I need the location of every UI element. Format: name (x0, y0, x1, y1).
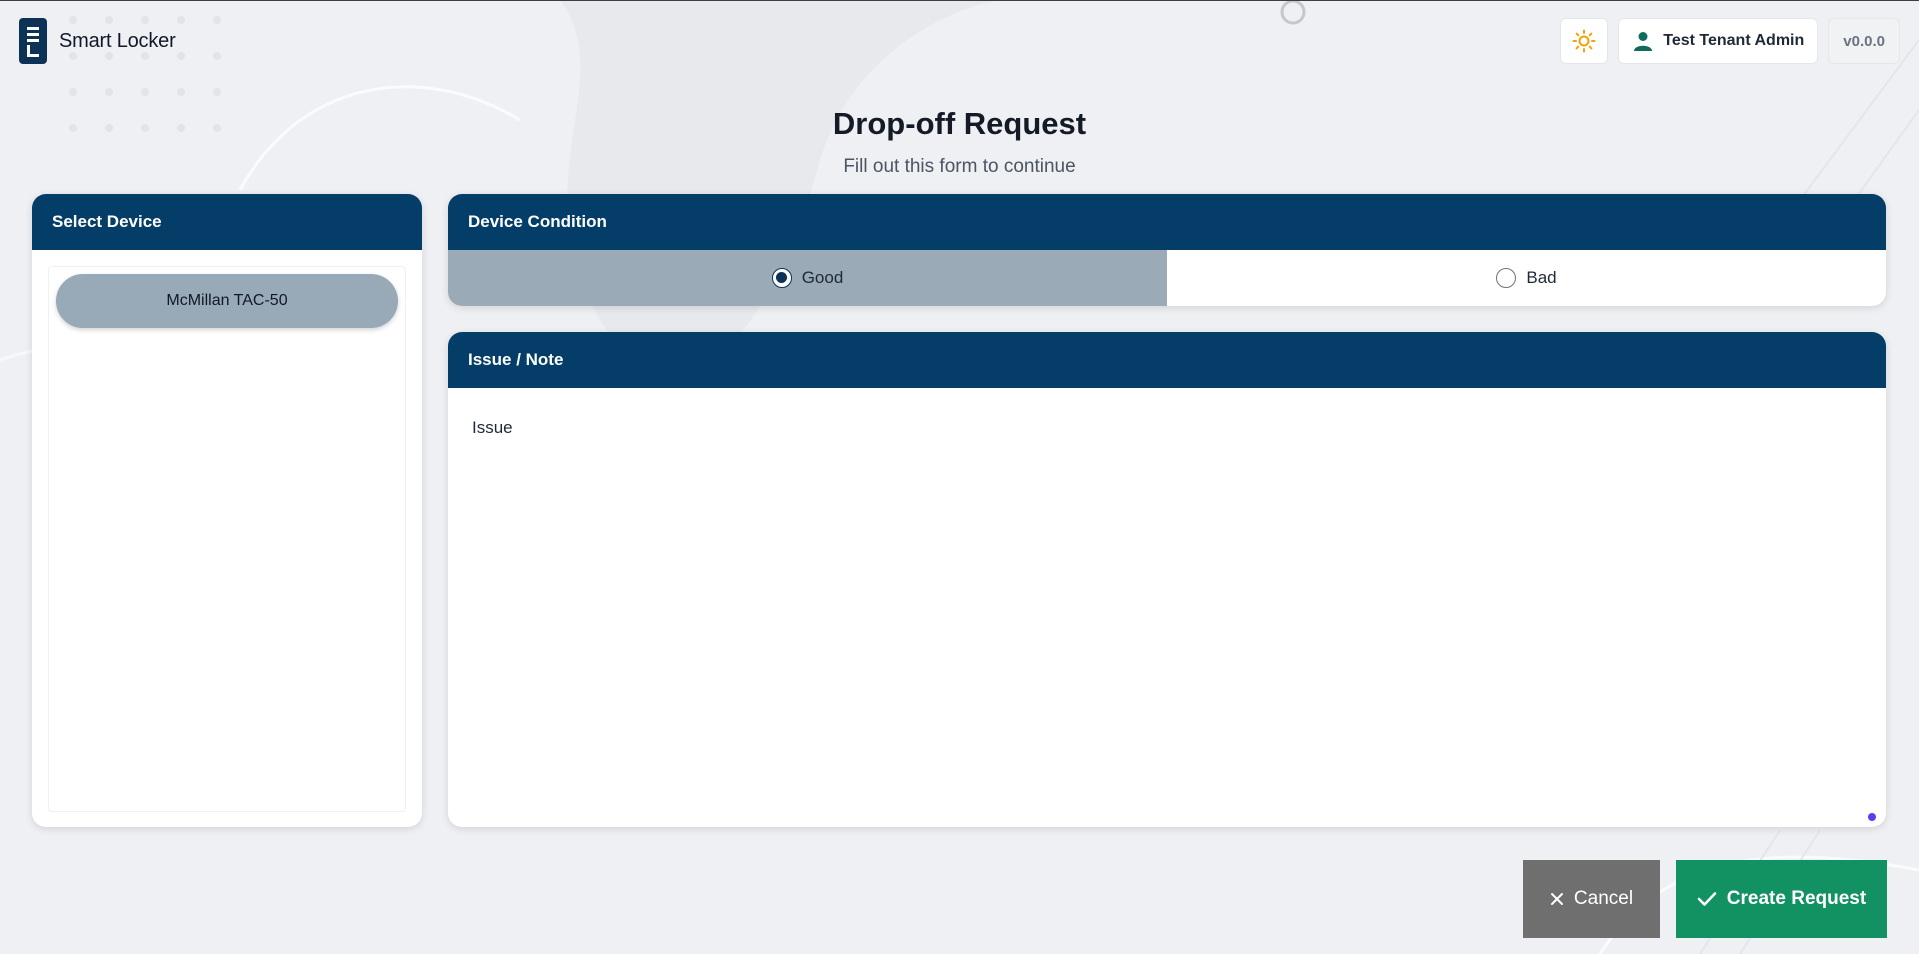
version-badge: v0.0.0 (1828, 18, 1900, 64)
device-item-mcmillan-tac-50[interactable]: McMillan TAC-50 (56, 274, 398, 328)
select-device-panel: Select Device McMillan TAC-50 (32, 194, 422, 827)
app-title: Smart Locker (59, 29, 176, 52)
cancel-button[interactable]: Cancel (1523, 860, 1660, 938)
condition-label-good: Good (801, 268, 844, 287)
create-request-label: Create Request (1726, 888, 1867, 909)
user-icon (1634, 32, 1653, 51)
resize-handle[interactable] (1868, 813, 1876, 821)
select-device-heading: Select Device (32, 194, 422, 250)
theme-toggle-button[interactable] (1560, 18, 1609, 64)
create-request-button[interactable]: Create Request (1676, 860, 1887, 938)
device-list: McMillan TAC-50 (48, 266, 406, 812)
issue-note-textarea[interactable]: Issue (448, 388, 1886, 827)
condition-options: Good Bad (448, 250, 1886, 306)
page-subtitle: Fill out this form to continue (843, 156, 1076, 177)
cancel-label: Cancel (1573, 888, 1634, 909)
locker-logo-icon (19, 18, 47, 64)
check-icon (1697, 892, 1717, 906)
device-condition-heading: Device Condition (448, 194, 1886, 250)
condition-option-bad[interactable]: Bad (1167, 250, 1886, 306)
radio-bad[interactable] (1496, 268, 1517, 288)
user-menu-button[interactable]: Test Tenant Admin (1618, 18, 1819, 64)
user-name: Test Tenant Admin (1663, 32, 1805, 49)
device-condition-panel: Device Condition Good Bad (448, 194, 1886, 306)
close-icon (1550, 893, 1563, 905)
condition-label-bad: Bad (1526, 268, 1557, 287)
issue-note-value: Issue (472, 418, 513, 437)
sun-icon (1572, 29, 1596, 53)
page-title: Drop-off Request (832, 106, 1087, 141)
issue-note-panel: Issue / Note Issue (448, 332, 1886, 827)
condition-option-good[interactable]: Good (448, 250, 1167, 306)
app-logo[interactable]: Smart Locker (19, 18, 176, 64)
radio-good[interactable] (771, 268, 792, 288)
header-controls: Test Tenant Admin v0.0.0 (1560, 18, 1900, 64)
issue-note-heading: Issue / Note (448, 332, 1886, 388)
